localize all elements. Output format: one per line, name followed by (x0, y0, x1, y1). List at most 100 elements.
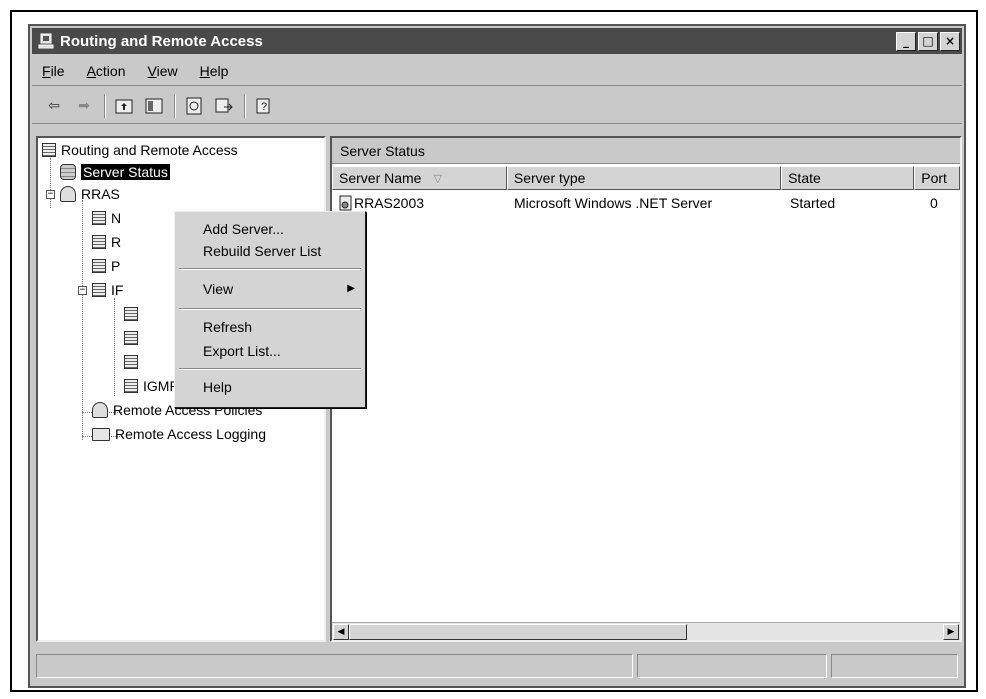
menu-separator (179, 308, 361, 310)
tree-item-ip-child[interactable] (124, 352, 143, 372)
column-server-name[interactable]: Server Name ▽ (332, 166, 507, 190)
refresh-icon (186, 97, 202, 114)
menu-item-add-server[interactable]: Add Server... (203, 218, 363, 240)
tree-item-label: P (111, 258, 121, 274)
tree-item-p[interactable]: P (92, 256, 120, 276)
scroll-left-icon: ◀ (337, 627, 345, 637)
policy-icon (92, 402, 108, 418)
show-hide-tree-icon (145, 98, 163, 113)
title-bar[interactable]: Routing and Remote Access _ □ × (32, 28, 962, 54)
toolbar-separator (104, 93, 106, 118)
maximize-button[interactable]: □ (918, 31, 938, 51)
help-button[interactable]: ? (252, 94, 276, 118)
column-label: Server type (513, 170, 586, 186)
forward-icon: ➡ (78, 97, 90, 114)
window-title: Routing and Remote Access (60, 32, 263, 50)
mmc-window: Routing and Remote Access _ □ × File Act… (28, 24, 966, 688)
minimize-button[interactable]: _ (896, 31, 916, 51)
status-bar (36, 654, 962, 678)
tree-item-ip-child[interactable] (124, 328, 143, 348)
tree-item-label: N (111, 210, 122, 226)
details-header: Server Status (332, 138, 960, 164)
interface-icon (124, 331, 138, 345)
column-port[interactable]: Port (914, 166, 960, 190)
close-icon: × (944, 34, 956, 48)
status-pane-middle (637, 654, 827, 678)
tree-item-server-status[interactable]: Server Status (60, 162, 170, 182)
up-level-icon (115, 99, 133, 113)
scroll-thumb[interactable] (349, 624, 687, 640)
context-menu: Add Server... Rebuild Server List View ▶… (174, 211, 366, 408)
menu-item-label: View (203, 281, 234, 297)
up-level-button[interactable] (112, 94, 136, 118)
tree-item-root[interactable]: Routing and Remote Access (42, 140, 238, 160)
table-row[interactable]: RRAS2003 Microsoft Windows .NET Server S… (332, 192, 960, 214)
server-name-value: RRAS2003 (354, 195, 425, 211)
export-list-icon (215, 98, 233, 112)
menu-view[interactable]: View (148, 63, 178, 79)
interface-icon (92, 259, 106, 273)
menu-help[interactable]: Help (200, 63, 229, 79)
interface-icon (92, 211, 106, 225)
cell-server-type: Microsoft Windows .NET Server (514, 195, 713, 211)
interface-icon (124, 307, 138, 321)
tree-guide (114, 298, 115, 396)
tree-item-label: Server Status (81, 164, 170, 180)
forward-button[interactable]: ➡ (72, 94, 96, 118)
close-button[interactable]: × (940, 31, 960, 51)
scroll-right-button[interactable]: ▶ (943, 624, 959, 640)
menu-item-view[interactable]: View ▶ (203, 278, 363, 300)
tree-item-remote-access-logging[interactable]: Remote Access Logging (92, 424, 266, 444)
cell-state: Started (790, 195, 836, 211)
column-label: Port (921, 170, 947, 186)
minimize-icon: _ (903, 34, 909, 48)
menu-item-refresh[interactable]: Refresh (203, 316, 363, 338)
tree-item-n[interactable]: N (92, 208, 121, 228)
details-pane: Server Status Server Name ▽ Server type … (330, 136, 962, 642)
menu-item-rebuild-server-list[interactable]: Rebuild Server List (203, 240, 363, 262)
tree-item-ip-routing[interactable]: IF (92, 280, 123, 300)
server-node-icon (339, 195, 352, 211)
sort-arrow-icon: ▽ (433, 172, 442, 185)
tree-item-label: R (111, 234, 122, 250)
cell-port: 0 (930, 195, 938, 211)
status-pane-main (36, 654, 634, 678)
column-state[interactable]: State (781, 166, 915, 190)
tree-guide (50, 158, 51, 208)
tree-item-ip-child[interactable] (124, 304, 143, 324)
maximize-icon: □ (922, 34, 934, 48)
refresh-button[interactable] (182, 94, 206, 118)
column-server-type[interactable]: Server type (506, 166, 782, 190)
folder-icon (92, 427, 110, 441)
collapse-toggle[interactable]: − (78, 286, 87, 295)
horizontal-scrollbar[interactable]: ◀ ▶ (332, 622, 960, 640)
menu-item-export-list[interactable]: Export List... (203, 340, 363, 362)
svg-text:?: ? (261, 101, 267, 113)
tree-item-label: RRAS (81, 186, 120, 202)
help-icon: ? (256, 98, 270, 113)
interface-icon (124, 355, 138, 369)
menu-action[interactable]: Action (87, 63, 126, 79)
tree-item-label: IF (111, 282, 124, 298)
menu-separator (179, 368, 361, 370)
toolbar-separator (244, 93, 246, 118)
back-icon: ⇦ (48, 97, 60, 114)
server-icon (42, 143, 56, 157)
toolbar: ⇦ ➡ ? (32, 88, 962, 124)
menu-item-help[interactable]: Help (203, 376, 363, 398)
tree-item-rras-server[interactable]: RRAS (60, 184, 120, 204)
tree-item-r[interactable]: R (92, 232, 121, 252)
server-node-icon (60, 186, 76, 202)
tree-item-label: Remote Access Logging (115, 426, 266, 442)
export-list-button[interactable] (212, 94, 236, 118)
show-hide-tree-button[interactable] (142, 94, 166, 118)
back-button[interactable]: ⇦ (42, 94, 66, 118)
collapse-toggle[interactable]: − (46, 190, 55, 199)
menu-file[interactable]: File (42, 63, 65, 79)
status-pane-right (830, 654, 958, 678)
server-status-icon (60, 164, 76, 180)
scroll-left-button[interactable]: ◀ (333, 624, 349, 640)
toolbar-separator (174, 93, 176, 118)
column-headers: Server Name ▽ Server type State Port (332, 166, 960, 190)
tree-item-igmp[interactable]: IGMP (124, 376, 179, 396)
